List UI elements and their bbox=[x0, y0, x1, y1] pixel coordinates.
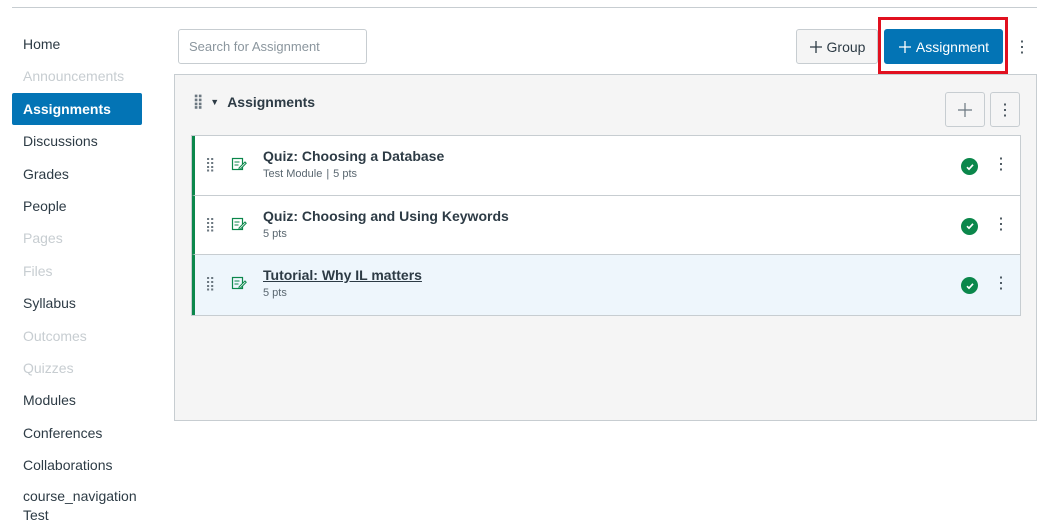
sidebar-item-grades[interactable]: Grades bbox=[12, 158, 142, 190]
search-assignment-input[interactable] bbox=[178, 29, 367, 64]
sidebar-item-pages[interactable]: Pages bbox=[12, 222, 142, 254]
sidebar-item-syllabus[interactable]: Syllabus bbox=[12, 287, 142, 319]
course-navigation: Home Announcements Assignments Discussions G… bbox=[12, 28, 142, 521]
published-check-icon[interactable] bbox=[961, 217, 978, 235]
assignment-row[interactable]: ⣿ Tutorial: Why IL matters 5 pts ⋮ bbox=[192, 255, 1020, 315]
plus-icon bbox=[809, 40, 822, 53]
points: 5 pts bbox=[263, 227, 287, 240]
assignment-options-kebab-icon[interactable]: ⋮ bbox=[993, 273, 1009, 293]
quiz-icon bbox=[231, 216, 247, 237]
sidebar-item-collaborations[interactable]: Collaborations bbox=[12, 449, 142, 481]
assignment-row[interactable]: ⣿ Quiz: Choosing and Using Keywords 5 pt… bbox=[192, 195, 1020, 255]
sidebar-item-people[interactable]: People bbox=[12, 190, 142, 222]
sidebar-item-assignments[interactable]: Assignments bbox=[12, 92, 142, 126]
points: 5 pts bbox=[333, 168, 358, 180]
sidebar-item-course-navigation-test[interactable]: course_navigation Test bbox=[12, 481, 142, 521]
assignment-list: ⣿ Quiz: Choosing a Database Test Module |… bbox=[191, 135, 1021, 316]
add-group-button[interactable]: Group bbox=[796, 29, 878, 64]
sidebar-item-discussions[interactable]: Discussions bbox=[12, 125, 142, 157]
assignment-group: ⣿ ▼ Assignments ⋮ ⣿ Quiz: Choosing a Dat… bbox=[174, 74, 1037, 421]
assignment-title-link[interactable]: Tutorial: Why IL matters bbox=[263, 267, 422, 283]
meta-separator: | bbox=[326, 168, 330, 180]
quiz-icon bbox=[231, 156, 247, 177]
assignment-options-kebab-icon[interactable]: ⋮ bbox=[993, 154, 1009, 174]
quiz-icon bbox=[231, 275, 247, 296]
caret-down-icon[interactable]: ▼ bbox=[210, 97, 219, 107]
top-divider bbox=[12, 7, 1037, 8]
points: 5 pts bbox=[263, 287, 287, 299]
drag-handle-icon[interactable]: ⣿ bbox=[205, 216, 215, 233]
sidebar-item-quizzes[interactable]: Quizzes bbox=[12, 352, 142, 384]
add-group-label: Group bbox=[826, 38, 866, 55]
group-title: Assignments bbox=[227, 93, 316, 110]
assignment-options-kebab-icon[interactable]: ⋮ bbox=[993, 214, 1009, 234]
plus-icon bbox=[958, 102, 972, 117]
page-options-kebab-icon[interactable]: ⋮ bbox=[1009, 29, 1035, 64]
add-assignment-label: Assignment bbox=[915, 38, 990, 55]
drag-handle-icon[interactable]: ⣿ bbox=[205, 275, 215, 292]
group-header[interactable]: ⣿ ▼ Assignments bbox=[193, 93, 315, 110]
sidebar-item-conferences[interactable]: Conferences bbox=[12, 417, 142, 449]
assignment-meta: 5 pts bbox=[263, 228, 287, 240]
assignment-row[interactable]: ⣿ Quiz: Choosing a Database Test Module |… bbox=[192, 136, 1020, 196]
sidebar-item-outcomes[interactable]: Outcomes bbox=[12, 320, 142, 352]
sidebar-item-files[interactable]: Files bbox=[12, 255, 142, 287]
published-check-icon[interactable] bbox=[961, 277, 978, 294]
group-add-assignment-button[interactable] bbox=[945, 92, 985, 127]
assignment-title-link[interactable]: Quiz: Choosing and Using Keywords bbox=[263, 208, 509, 224]
sidebar-item-home[interactable]: Home bbox=[12, 28, 142, 60]
drag-handle-icon[interactable]: ⣿ bbox=[205, 156, 215, 173]
plus-icon bbox=[898, 40, 911, 53]
sidebar-item-modules[interactable]: Modules bbox=[12, 384, 142, 416]
add-assignment-button[interactable]: Assignment bbox=[884, 29, 1003, 64]
published-check-icon[interactable] bbox=[961, 158, 978, 175]
drag-handle-icon[interactable]: ⣿ bbox=[193, 93, 203, 110]
assignment-meta: Test Module | 5 pts bbox=[263, 168, 357, 180]
sidebar-item-announcements[interactable]: Announcements bbox=[12, 60, 142, 92]
group-options-kebab-icon[interactable]: ⋮ bbox=[990, 92, 1020, 127]
module-name: Test Module bbox=[263, 168, 323, 180]
assignment-meta: 5 pts bbox=[263, 287, 287, 299]
assignment-title-link[interactable]: Quiz: Choosing a Database bbox=[263, 148, 444, 164]
